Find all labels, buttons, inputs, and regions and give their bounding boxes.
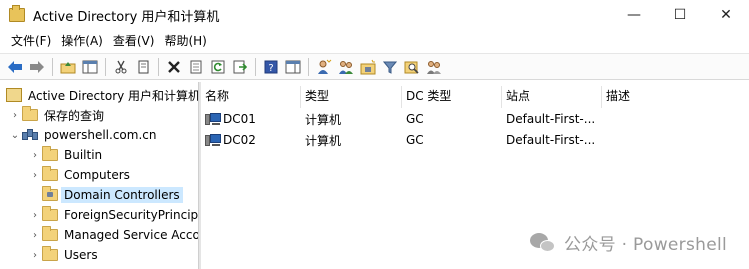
back-icon[interactable] [5,57,25,77]
toolbar-separator [308,57,309,76]
folder-icon [42,226,58,241]
menu-view[interactable]: 查看(V) [108,30,160,52]
tree-root[interactable]: Active Directory 用户和计算机 [6,85,198,105]
maximize-button[interactable]: ☐ [657,0,703,30]
minimize-button[interactable]: — [611,0,657,30]
close-button[interactable]: ✕ [703,0,749,30]
folder-icon [42,206,58,221]
column-header-description[interactable]: 描述 [602,86,749,108]
tree-item-computers[interactable]: › Computers [28,165,130,185]
toolbar: ? [0,53,749,80]
column-header-type[interactable]: 类型 [301,86,402,108]
delete-icon[interactable] [164,57,184,77]
tree-item-domain-controllers[interactable]: Domain Controllers [28,185,183,205]
tree-item-saved-queries[interactable]: › 保存的查询 [8,105,104,125]
cell-type: 计算机 [305,112,342,127]
cut-icon[interactable] [111,57,131,77]
aduc-root-icon [6,88,22,102]
toolbar-separator [105,57,106,76]
svg-text:?: ? [268,63,273,74]
column-header-dc-type[interactable]: DC 类型 [402,86,502,108]
menu-file[interactable]: 文件(F) [6,30,56,52]
cell-name: DC02 [201,133,301,147]
cell-site: Default-First-... [506,112,596,126]
tree-item-label: Builtin [64,148,103,162]
chevron-right-icon[interactable]: › [28,250,42,261]
list-header: 名称 类型 DC 类型 站点 描述 [201,86,749,108]
chevron-right-icon[interactable]: › [28,170,42,181]
export-list-icon[interactable] [230,57,250,77]
folder-icon [42,146,58,161]
computer-icon [205,134,221,147]
cell-type: 计算机 [305,133,342,148]
tree-item-label: ForeignSecurityPrincipals [64,208,198,222]
column-header-site[interactable]: 站点 [502,86,602,108]
watermark-text: 公众号 · Powershell [564,235,727,255]
chevron-right-icon[interactable]: › [28,150,42,161]
column-header-name[interactable]: 名称 [201,86,301,108]
tree-item-users[interactable]: › Users [28,245,98,265]
chevron-right-icon[interactable]: › [28,230,42,241]
cell-name: DC01 [201,112,301,126]
tree-item-label: Computers [64,168,130,182]
forward-icon[interactable] [27,57,47,77]
folder-icon [42,246,58,261]
table-row[interactable]: DC01 计算机 GC Default-First-... [201,109,749,129]
cell-site: Default-First-... [506,133,596,147]
menu-help[interactable]: 帮助(H) [159,30,211,52]
new-group-icon[interactable] [336,57,356,77]
show-console-tree-icon[interactable] [80,57,100,77]
tree-item-label: 保存的查询 [44,108,105,123]
console-tree[interactable]: Active Directory 用户和计算机 › 保存的查询 ⌄ powers… [0,82,198,269]
tree-item-builtin[interactable]: › Builtin [28,145,102,165]
wechat-icon [530,232,556,253]
toolbar-separator [255,57,256,76]
tree-item-managed-service-accounts[interactable]: › Managed Service Accounts [28,225,198,245]
folder-icon [22,106,38,121]
toolbar-separator [158,57,159,76]
tree-item-label-selected: Domain Controllers [61,187,183,203]
new-user-icon[interactable] [314,57,334,77]
cell-dc-type: GC [406,112,424,126]
table-row[interactable]: DC02 计算机 GC Default-First-... [201,130,749,150]
tree-item-label: Users [64,248,98,262]
window-controls: — ☐ ✕ [611,0,749,30]
chevron-down-icon[interactable]: ⌄ [8,130,22,141]
ou-folder-icon [42,186,58,201]
new-ou-icon[interactable] [358,57,378,77]
find-icon[interactable] [402,57,422,77]
copy-icon[interactable] [133,57,153,77]
tree-item-label: Managed Service Accounts [64,228,198,242]
folder-icon [42,166,58,181]
toolbar-separator [52,57,53,76]
details-pane[interactable]: 名称 类型 DC 类型 站点 描述 DC01 计算机 GC Default-Fi… [201,82,749,269]
up-folder-icon[interactable] [58,57,78,77]
add-to-group-icon[interactable] [424,57,444,77]
cell-dc-type: GC [406,133,424,147]
tree-item-foreign-security-principals[interactable]: › ForeignSecurityPrincipals [28,205,198,225]
tree-root-label: Active Directory 用户和计算机 [28,88,198,103]
chevron-right-icon[interactable]: › [8,110,22,121]
tree-item-domain[interactable]: ⌄ powershell.com.cn [8,125,157,145]
chevron-right-icon[interactable]: › [28,210,42,221]
show-action-pane-icon[interactable] [283,57,303,77]
menu-bar: 文件(F) 操作(A) 查看(V) 帮助(H) [0,30,749,52]
menu-action[interactable]: 操作(A) [56,30,108,52]
computer-name: DC02 [223,133,256,147]
refresh-icon[interactable] [208,57,228,77]
watermark: 公众号 · Powershell [530,230,727,255]
help-icon[interactable]: ? [261,57,281,77]
title-bar: Active Directory 用户和计算机 — ☐ ✕ [0,0,749,30]
tree-item-label: powershell.com.cn [44,128,157,142]
domain-icon [22,128,38,142]
computer-name: DC01 [223,112,256,126]
properties-icon[interactable] [186,57,206,77]
computer-icon [205,113,221,126]
aduc-app-icon [9,5,25,22]
filter-icon[interactable] [380,57,400,77]
window-title: Active Directory 用户和计算机 [33,9,220,25]
